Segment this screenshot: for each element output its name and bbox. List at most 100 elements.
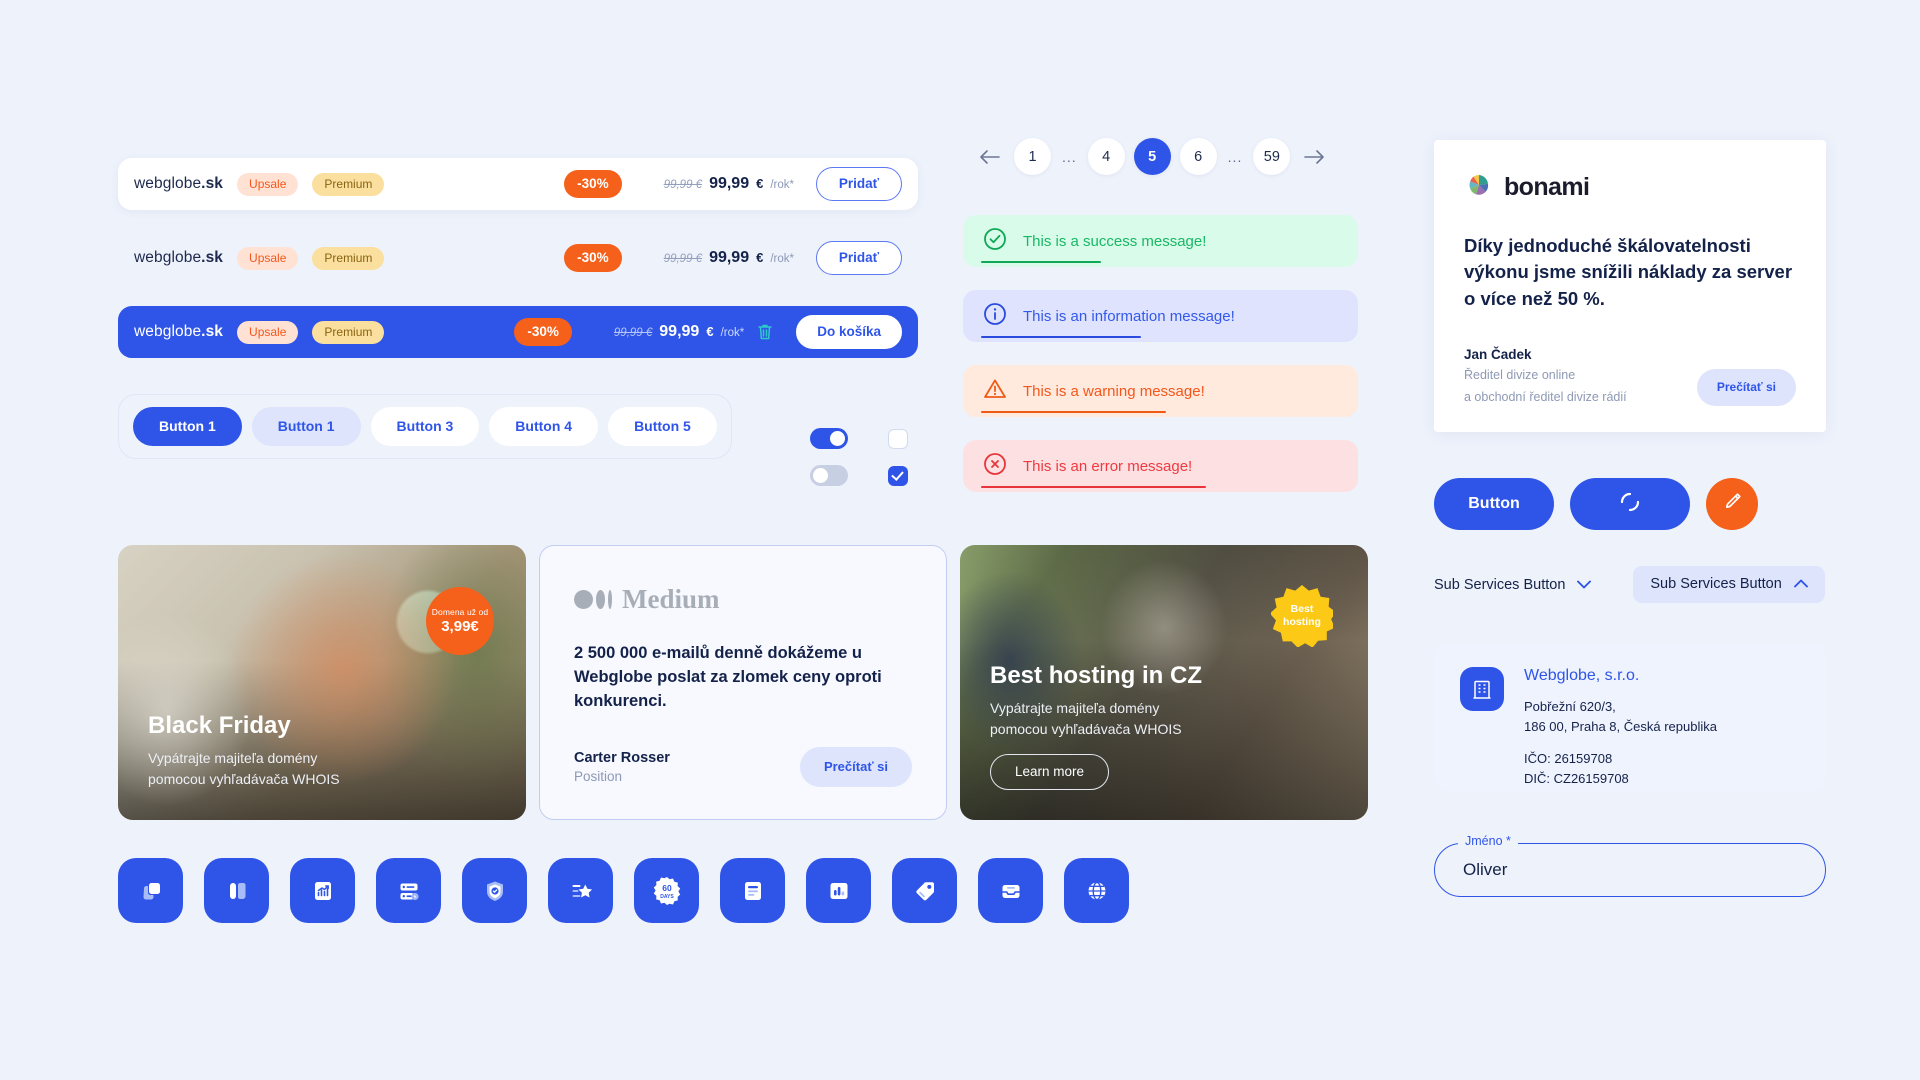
card-best-hosting[interactable]: Best hosting Best hosting in CZ Vypátraj… xyxy=(960,545,1368,820)
read-more-button[interactable]: Prečítať si xyxy=(799,747,912,788)
checkbox-checked[interactable] xyxy=(888,465,908,486)
copy-layers-icon[interactable] xyxy=(118,858,183,923)
add-to-cart-button[interactable]: Pridať xyxy=(816,167,902,201)
warning-triangle-icon xyxy=(983,377,1007,406)
price-original: 99,99 € xyxy=(663,179,703,191)
author-role-line2: a obchodní ředitel divize rádií xyxy=(1464,389,1627,404)
add-to-cart-button[interactable]: Pridať xyxy=(816,241,902,275)
name-input[interactable]: Oliver xyxy=(1434,843,1826,897)
globe-icon[interactable] xyxy=(1064,858,1129,923)
page-button-4[interactable]: 4 xyxy=(1087,138,1125,175)
checkbox-unchecked[interactable] xyxy=(888,428,908,449)
price-currency: € xyxy=(756,250,764,265)
price-current: 99,99 xyxy=(659,323,700,340)
testimonial-quote: Díky jednoduché škálovatelnosti výkonu j… xyxy=(1464,235,1793,309)
price-currency: € xyxy=(706,324,714,339)
card-subtitle-line1: Vypátrajte majiteľa domény xyxy=(148,750,318,766)
domain-name: webglobe.sk xyxy=(134,175,224,192)
toggle-controls xyxy=(810,428,908,502)
group-button-4[interactable]: Button 4 xyxy=(489,407,599,446)
group-button-3[interactable]: Button 3 xyxy=(370,407,480,446)
company-address-line1: Pobřežní 620/3, xyxy=(1524,699,1616,714)
arrow-right-icon[interactable] xyxy=(1299,142,1329,172)
bonami-logo-icon xyxy=(1464,170,1494,205)
group-button-5[interactable]: Button 5 xyxy=(608,407,717,446)
page-button-59[interactable]: 59 xyxy=(1253,138,1291,175)
badge-line1: Best xyxy=(1290,602,1314,615)
testimonial-quote: 2 500 000 e-mailů denně dokážeme u Webgl… xyxy=(574,644,882,711)
sub-services-dropdown-expanded[interactable]: Sub Services Button xyxy=(1633,566,1825,603)
group-button-1[interactable]: Button 1 xyxy=(133,407,242,446)
inbox-icon[interactable] xyxy=(978,858,1043,923)
pencil-edit-icon xyxy=(1720,490,1744,519)
price-badge: Domena už od 3,99€ xyxy=(426,587,494,655)
page-button-1[interactable]: 1 xyxy=(1014,138,1051,175)
alert-success: This is a success message! xyxy=(963,215,1358,267)
name-field-label: Jméno * xyxy=(1458,834,1518,848)
domain-list-section: webglobe.sk Upsale Premium -30% 99,99 € … xyxy=(118,158,918,459)
learn-more-button[interactable]: Learn more xyxy=(990,754,1110,790)
growth-chart-icon[interactable] xyxy=(290,858,355,923)
author-name: Carter Rosser xyxy=(574,750,670,767)
pagination: 1 ... 4 5 6 ... 59 xyxy=(975,138,1329,175)
go-to-cart-button[interactable]: Do košíka xyxy=(796,315,902,349)
tag-premium: Premium xyxy=(312,246,385,270)
building-icon xyxy=(1460,667,1504,711)
document-lines-icon[interactable] xyxy=(720,858,785,923)
badge-line2: hosting xyxy=(1283,616,1321,628)
info-circle-icon xyxy=(983,302,1007,331)
read-more-button[interactable]: Prečítať si xyxy=(1696,369,1796,406)
error-circle-icon xyxy=(983,452,1007,481)
domain-row[interactable]: webglobe.sk Upsale Premium -30% 99,99 € … xyxy=(118,158,918,210)
server-power-icon[interactable] xyxy=(376,858,441,923)
price-original: 99,99 € xyxy=(613,327,653,339)
delete-icon[interactable] xyxy=(756,322,774,342)
sub-services-dropdown-collapsed[interactable]: Sub Services Button xyxy=(1434,577,1592,593)
icon-tiles-row: 60 DAYS xyxy=(118,858,1129,923)
price-tag-icon[interactable] xyxy=(892,858,957,923)
shield-check-icon[interactable] xyxy=(462,858,527,923)
check-circle-icon xyxy=(983,227,1007,256)
design-system-showcase: webglobe.sk Upsale Premium -30% 99,99 € … xyxy=(0,0,1920,1080)
alert-text: This is an information message! xyxy=(1023,307,1235,325)
alert-progress-bar xyxy=(981,485,1206,488)
edit-fab-button[interactable] xyxy=(1706,478,1758,530)
primary-button[interactable]: Button xyxy=(1434,478,1554,530)
alert-progress-bar xyxy=(981,335,1141,338)
domain-row-selected[interactable]: webglobe.sk Upsale Premium -30% 99,99 € … xyxy=(118,306,918,358)
tag-upsale: Upsale xyxy=(237,246,299,270)
bar-chart-icon[interactable] xyxy=(806,858,871,923)
author-role-line1: Ředitel divize online xyxy=(1464,367,1576,382)
page-button-current[interactable]: 5 xyxy=(1133,138,1171,175)
card-subtitle-line2: pomocou vyhľadávača WHOIS xyxy=(990,721,1182,737)
price-current: 99,99 xyxy=(709,175,750,192)
svg-text:DAYS: DAYS xyxy=(660,894,674,900)
tag-upsale: Upsale xyxy=(237,320,299,344)
promo-cards: Domena už od 3,99€ Black Friday Vypátraj… xyxy=(118,545,1368,820)
toggle-switch-off[interactable] xyxy=(810,465,848,486)
domain-row[interactable]: webglobe.sk Upsale Premium -30% 99,99 € … xyxy=(118,232,918,284)
toggle-switch-on[interactable] xyxy=(810,428,848,449)
alert-text: This is a success message! xyxy=(1023,232,1207,250)
company-dic: DIČ: CZ26159708 xyxy=(1524,771,1629,787)
tag-premium: Premium xyxy=(312,172,385,196)
price-currency: € xyxy=(756,176,764,191)
card-bonami-testimonial: bonami Díky jednoduché škálovatelnosti v… xyxy=(1434,140,1826,432)
palette-icon[interactable] xyxy=(204,858,269,923)
loading-spinner-icon xyxy=(1617,489,1643,520)
star-badge-icon[interactable] xyxy=(548,858,613,923)
price-block: 99,99 € 99,99 € /rok* xyxy=(664,249,794,267)
svg-text:60: 60 xyxy=(662,883,672,893)
card-medium-testimonial: Medium 2 500 000 e-mailů denně dokážeme … xyxy=(539,545,947,820)
group-button-2[interactable]: Button 1 xyxy=(251,407,361,446)
page-button-6[interactable]: 6 xyxy=(1179,138,1217,175)
loading-button[interactable] xyxy=(1570,478,1690,530)
arrow-left-icon[interactable] xyxy=(975,142,1005,172)
sixty-days-icon[interactable]: 60 DAYS xyxy=(634,858,699,923)
card-black-friday[interactable]: Domena už od 3,99€ Black Friday Vypátraj… xyxy=(118,545,526,820)
company-name[interactable]: Webglobe, s.r.o. xyxy=(1524,667,1717,685)
price-period: /rok* xyxy=(770,179,794,191)
button-group: Button 1 Button 1 Button 3 Button 4 Butt… xyxy=(118,394,732,459)
name-field-wrapper: Jméno * Oliver xyxy=(1434,834,1826,897)
tag-premium: Premium xyxy=(312,320,385,344)
